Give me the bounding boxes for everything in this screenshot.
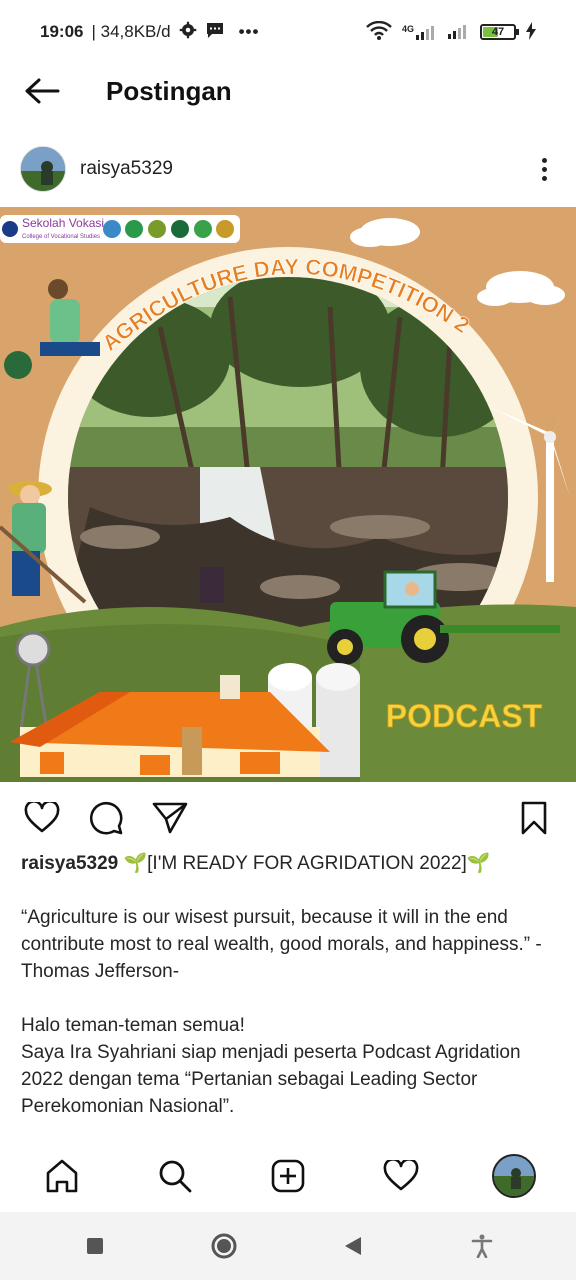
- comment-bubble-icon: [89, 801, 123, 835]
- more-dot-icon: [541, 175, 547, 181]
- like-button[interactable]: [20, 796, 64, 840]
- more-notifications-icon: •••: [238, 22, 260, 41]
- post-header: raisya5329: [0, 144, 576, 194]
- save-button[interactable]: [512, 796, 556, 840]
- nav-home[interactable]: [30, 1144, 94, 1208]
- post-image[interactable]: Sekolah Vokasi College of Vocational Stu…: [0, 207, 576, 782]
- signal-4g-icon: 4G: [402, 24, 438, 40]
- post-username[interactable]: raisya5329: [80, 158, 173, 180]
- comment-button[interactable]: [84, 796, 128, 840]
- post-actions: [0, 796, 576, 840]
- accessibility-button[interactable]: [452, 1216, 512, 1276]
- podcast-label: PODCAST: [386, 698, 543, 734]
- circle-icon: [211, 1233, 236, 1259]
- triangle-back-icon: [344, 1237, 361, 1255]
- app-header: Postingan: [0, 64, 576, 118]
- network-type: 4G: [401, 24, 414, 34]
- post-caption: raisya5329 🌱[I'M READY FOR AGRIDATION 20…: [21, 850, 556, 1120]
- battery-percent: 47: [491, 26, 505, 38]
- settings-gear-icon: [179, 21, 197, 44]
- caption-greeting: Halo teman-teman semua!: [21, 1015, 245, 1036]
- square-icon: [86, 1238, 103, 1254]
- logo-subtext: College of Vocational Studies: [22, 234, 100, 240]
- search-icon: [159, 1160, 192, 1193]
- heart-icon: [24, 802, 60, 833]
- nav-activity[interactable]: [369, 1144, 433, 1208]
- caption-username[interactable]: raisya5329: [21, 853, 118, 874]
- more-dot-icon: [541, 166, 547, 172]
- status-bar: 19:06 | 34,8KB/d ••• 4G 47: [0, 0, 576, 64]
- nav-create[interactable]: [256, 1144, 320, 1208]
- status-time: 19:06: [40, 22, 84, 41]
- recents-button[interactable]: [65, 1216, 125, 1276]
- profile-avatar: [491, 1154, 536, 1198]
- nav-search[interactable]: [143, 1144, 207, 1208]
- battery-indicator: 47: [480, 24, 519, 40]
- nav-profile[interactable]: [482, 1144, 546, 1208]
- avatar[interactable]: [20, 146, 66, 192]
- signal-icon: [448, 23, 470, 42]
- share-button[interactable]: [148, 796, 192, 840]
- bottom-navigation: [0, 1144, 576, 1208]
- caption-title: 🌱[I'M READY FOR AGRIDATION 2022]🌱: [118, 853, 491, 874]
- caption-quote: “Agriculture is our wisest pursuit, beca…: [21, 907, 542, 982]
- back-button[interactable]: [0, 64, 82, 118]
- arrow-left-icon: [25, 78, 60, 104]
- back-system-button[interactable]: [323, 1216, 383, 1276]
- more-dot-icon: [541, 157, 547, 163]
- charging-icon: [526, 21, 536, 43]
- add-post-icon: [271, 1159, 305, 1193]
- bookmark-icon: [521, 801, 547, 835]
- home-icon: [47, 1159, 78, 1193]
- home-system-button[interactable]: [194, 1216, 254, 1276]
- accessibility-icon: [471, 1234, 492, 1258]
- network-speed: | 34,8KB/d: [91, 22, 171, 41]
- caption-heading: raisya5329 🌱[I'M READY FOR AGRIDATION 20…: [21, 850, 556, 877]
- paper-plane-icon: [152, 802, 188, 834]
- system-navigation: [0, 1212, 576, 1280]
- more-options-button[interactable]: [520, 145, 568, 193]
- person-in-photo: [200, 567, 224, 603]
- caption-body: Saya Ira Syahriani siap menjadi peserta …: [21, 1042, 521, 1117]
- page-title: Postingan: [106, 75, 232, 106]
- logo-text: Sekolah Vokasi: [22, 216, 104, 230]
- heart-icon: [383, 1160, 419, 1191]
- message-icon: [205, 21, 225, 44]
- wifi-icon: [366, 20, 392, 44]
